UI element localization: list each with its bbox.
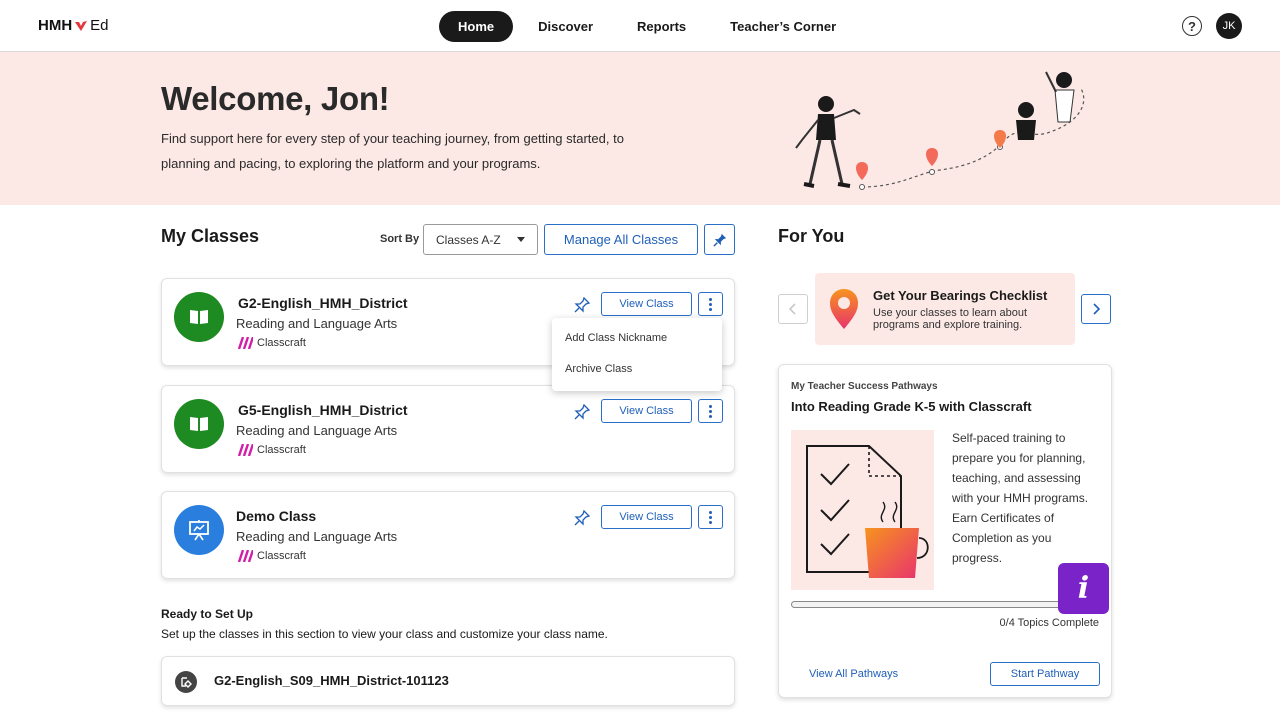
view-all-pathways-link[interactable]: View All Pathways bbox=[809, 668, 898, 680]
more-options-button[interactable] bbox=[698, 399, 723, 423]
carousel-prev-button[interactable] bbox=[778, 294, 808, 324]
pathway-eyebrow: My Teacher Success Pathways bbox=[791, 381, 938, 392]
menu-item-archive-class[interactable]: Archive Class bbox=[565, 363, 632, 375]
kebab-dot bbox=[709, 297, 712, 301]
class-card[interactable]: G5-English_HMH_District Reading and Lang… bbox=[161, 385, 735, 473]
welcome-description: Find support here for every step of your… bbox=[161, 131, 624, 171]
class-options-menu: Add Class Nickname Archive Class bbox=[552, 318, 722, 391]
class-name[interactable]: Demo Class bbox=[236, 508, 316, 524]
chevron-left-icon bbox=[789, 303, 796, 315]
my-classes-title: My Classes bbox=[161, 226, 260, 246]
setup-class-icon bbox=[175, 671, 197, 693]
ready-to-set-up-title: Ready to Set Up bbox=[161, 607, 254, 621]
brand-label: Classcraft bbox=[257, 337, 306, 349]
more-options-button[interactable] bbox=[698, 505, 723, 529]
manage-all-classes-button[interactable]: Manage All Classes bbox=[544, 224, 698, 255]
bearings-title: Get Your Bearings Checklist bbox=[873, 288, 1048, 303]
class-brand: Classcraft bbox=[236, 337, 306, 349]
bearings-description: Use your classes to learn about programs… bbox=[873, 307, 1028, 331]
pathway-description: Self-paced training to prepare you for p… bbox=[952, 431, 1089, 565]
kebab-dot bbox=[709, 409, 712, 413]
view-class-button[interactable]: View Class bbox=[601, 292, 692, 316]
presentation-board-icon bbox=[189, 520, 209, 541]
class-subject: Reading and Language Arts bbox=[236, 423, 398, 438]
class-avatar bbox=[174, 292, 224, 342]
class-card[interactable]: Demo Class Reading and Language Arts Cla… bbox=[161, 491, 735, 579]
pin-icon bbox=[712, 233, 726, 247]
class-name[interactable]: G2-English_HMH_District bbox=[238, 295, 408, 311]
start-pathway-button[interactable]: Start Pathway bbox=[990, 662, 1100, 686]
sort-select[interactable]: Classes A-Z bbox=[423, 224, 538, 255]
ready-to-set-up-subtitle: Set up the classes in this section to vi… bbox=[161, 627, 608, 641]
classcraft-logo-icon bbox=[237, 337, 253, 349]
hmh-ed-logo[interactable]: HMH Ed bbox=[38, 17, 109, 34]
nav-discover[interactable]: Discover bbox=[519, 11, 612, 42]
nav-home[interactable]: Home bbox=[439, 11, 514, 42]
pin-toggle-button[interactable] bbox=[704, 224, 735, 255]
welcome-hero: Welcome, Jon! Find support here for ever… bbox=[0, 52, 1280, 205]
view-class-button[interactable]: View Class bbox=[601, 399, 692, 423]
pathway-progress-text: 0/4 Topics Complete bbox=[999, 617, 1099, 629]
brand-label: Classcraft bbox=[257, 444, 306, 456]
nav-teachers-corner[interactable]: Teacher’s Corner bbox=[711, 11, 855, 42]
class-subject: Reading and Language Arts bbox=[236, 529, 398, 544]
kebab-dot bbox=[709, 414, 712, 418]
class-avatar bbox=[174, 505, 224, 555]
checklist-coffee-illustration bbox=[791, 430, 934, 590]
setup-class-card[interactable]: G2-English_S09_HMH_District-101123 bbox=[161, 656, 735, 706]
teacher-pathway-card: My Teacher Success Pathways Into Reading… bbox=[778, 364, 1112, 698]
help-icon[interactable]: ? bbox=[1182, 16, 1202, 36]
class-brand: Classcraft bbox=[236, 444, 306, 456]
logo-ed-text: Ed bbox=[90, 17, 109, 34]
kebab-dot bbox=[709, 510, 712, 514]
top-nav-bar: HMH Ed Home Discover Reports Teacher’s C… bbox=[0, 0, 1280, 52]
book-icon bbox=[190, 417, 208, 431]
carousel-next-button[interactable] bbox=[1081, 294, 1111, 324]
kebab-dot bbox=[709, 307, 712, 311]
user-avatar[interactable]: JK bbox=[1216, 13, 1242, 39]
class-name[interactable]: G5-English_HMH_District bbox=[238, 402, 408, 418]
kebab-dot bbox=[709, 515, 712, 519]
kebab-dot bbox=[709, 404, 712, 408]
pin-class-icon[interactable] bbox=[574, 510, 590, 526]
welcome-title: Welcome, Jon! bbox=[161, 80, 390, 117]
book-icon bbox=[190, 310, 208, 324]
brand-label: Classcraft bbox=[257, 550, 306, 562]
chevron-right-icon bbox=[1093, 303, 1100, 315]
setup-class-name: G2-English_S09_HMH_District-101123 bbox=[214, 673, 449, 688]
view-class-button[interactable]: View Class bbox=[601, 505, 692, 529]
class-subject: Reading and Language Arts bbox=[236, 316, 398, 331]
nav-reports[interactable]: Reports bbox=[618, 11, 705, 42]
teaching-journey-illustration bbox=[795, 71, 1085, 190]
bearings-checklist-card[interactable]: Get Your Bearings Checklist Use your cla… bbox=[815, 273, 1075, 345]
pathway-progress-bar bbox=[791, 601, 1098, 608]
logo-check-icon bbox=[75, 20, 88, 31]
for-you-title: For You bbox=[778, 226, 845, 246]
class-brand: Classcraft bbox=[236, 550, 306, 562]
classcraft-logo-icon bbox=[237, 550, 253, 562]
pathway-title: Into Reading Grade K-5 with Classcraft bbox=[791, 399, 1032, 414]
classcraft-logo-icon bbox=[237, 444, 253, 456]
map-pin-icon bbox=[830, 289, 858, 329]
chevron-down-icon bbox=[517, 237, 525, 242]
menu-item-add-nickname[interactable]: Add Class Nickname bbox=[565, 332, 667, 344]
sort-select-value: Classes A-Z bbox=[436, 232, 501, 247]
kebab-dot bbox=[709, 302, 712, 306]
main-nav: Home Discover Reports Teacher’s Corner bbox=[439, 11, 861, 42]
logo-text: HMH bbox=[38, 17, 73, 34]
edit-class-icon bbox=[181, 677, 192, 688]
kebab-dot bbox=[709, 520, 712, 524]
sort-by-label: Sort By bbox=[380, 233, 420, 245]
pin-class-icon[interactable] bbox=[574, 297, 590, 313]
pin-class-icon[interactable] bbox=[574, 404, 590, 420]
more-options-button[interactable] bbox=[698, 292, 723, 316]
class-avatar bbox=[174, 399, 224, 449]
info-icon[interactable]: i bbox=[1058, 563, 1109, 614]
